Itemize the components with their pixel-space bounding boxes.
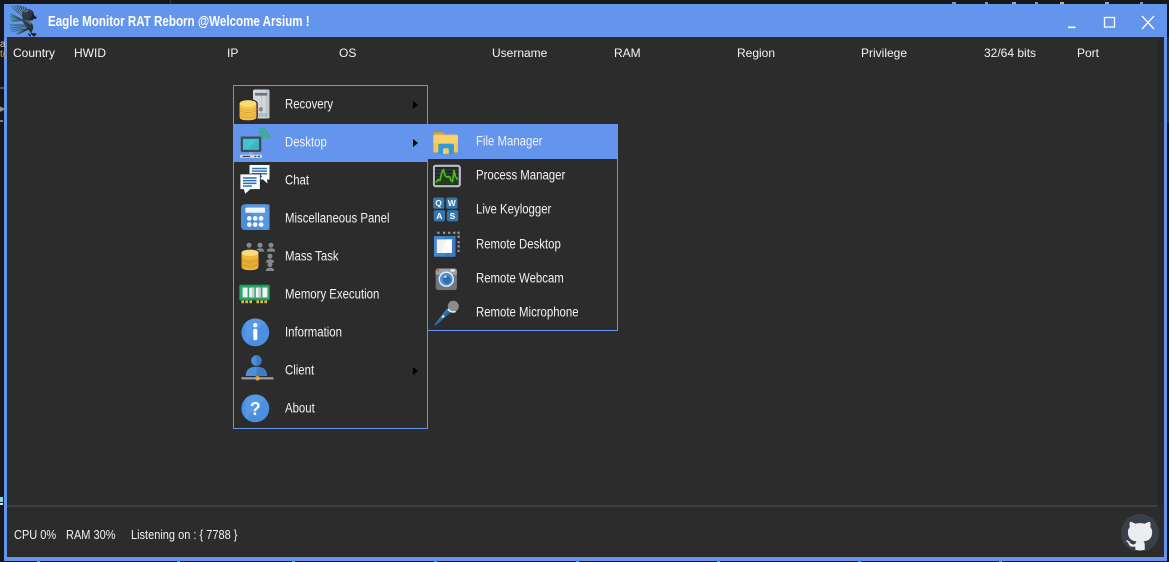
- svg-text:Q: Q: [435, 199, 442, 209]
- svg-text:W: W: [448, 199, 457, 209]
- svg-text:A: A: [436, 211, 442, 221]
- svg-text:S: S: [450, 211, 456, 221]
- svg-text:?: ?: [250, 399, 261, 419]
